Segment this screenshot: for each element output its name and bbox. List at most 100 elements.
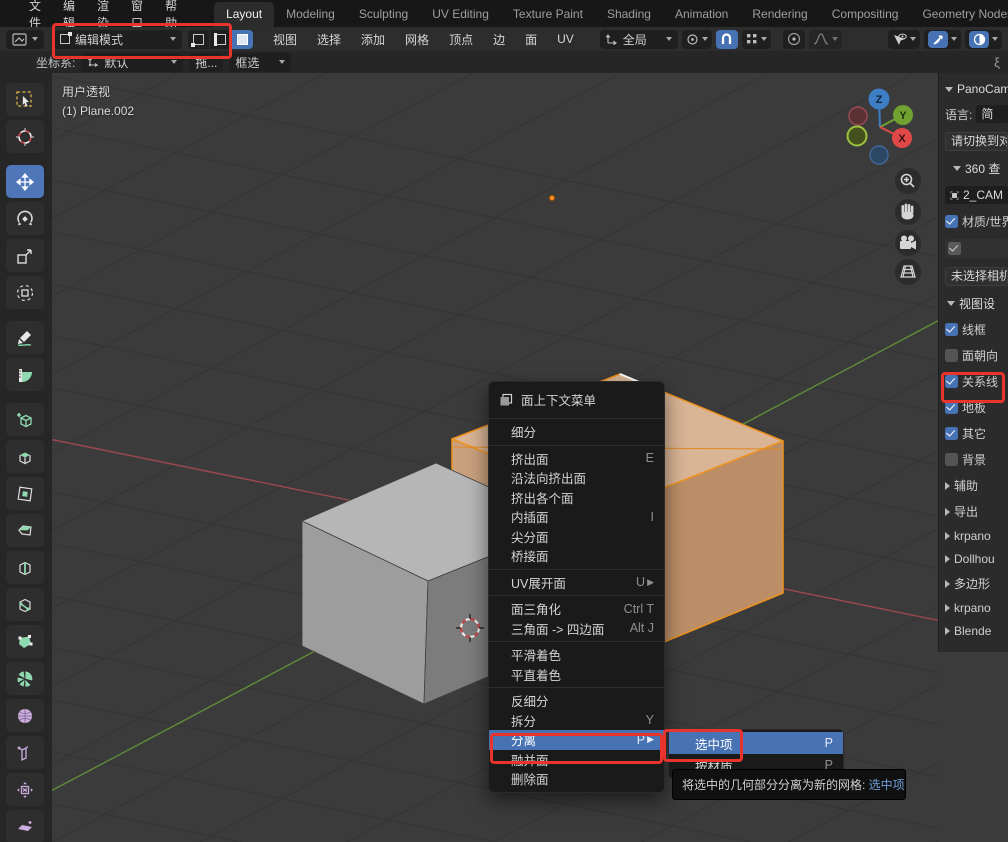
gizmo-minus-z[interactable] <box>870 146 888 164</box>
tool-loop-cut[interactable] <box>6 551 44 584</box>
gizmo-toggle[interactable] <box>928 31 948 48</box>
menu-item-poke-faces[interactable]: 尖分面 <box>489 527 664 547</box>
snap-toggle[interactable] <box>716 30 738 49</box>
tool-spin[interactable] <box>6 662 44 695</box>
editor-type-button[interactable] <box>6 30 44 49</box>
option-other[interactable]: 其它 <box>945 425 1008 442</box>
tool-select-box[interactable] <box>6 83 44 116</box>
switch-notice-button[interactable]: 请切换到对 <box>945 132 1008 151</box>
menu-vertex[interactable]: 顶点 <box>441 31 481 48</box>
gizmos-dropdown[interactable] <box>924 30 961 49</box>
section-export[interactable]: 导出 <box>945 503 1008 520</box>
tool-cursor[interactable] <box>6 120 44 153</box>
camera-object-field[interactable]: 2_CAM <box>945 186 1008 204</box>
snap-with-dropdown[interactable] <box>742 30 771 49</box>
submenu-item-selection[interactable]: 选中项P <box>669 732 843 754</box>
menu-select[interactable]: 选择 <box>309 31 349 48</box>
menu-item-shade-flat[interactable]: 平直着色 <box>489 665 664 685</box>
tool-extrude-region[interactable] <box>6 440 44 473</box>
menu-item-unsubdivide[interactable]: 反细分 <box>489 691 664 711</box>
menu-item-subdivide[interactable]: 细分 <box>489 422 664 442</box>
menu-item-inset-faces[interactable]: 内插面I <box>489 507 664 527</box>
face-select-button[interactable] <box>232 30 253 49</box>
tool-shrink-fatten[interactable] <box>6 773 44 806</box>
menu-view[interactable]: 视图 <box>265 31 305 48</box>
option-floor[interactable]: 地板 <box>945 399 1008 416</box>
option-background[interactable]: 背景 <box>945 451 1008 468</box>
tab-texture-paint[interactable]: Texture Paint <box>501 2 595 27</box>
tool-shear[interactable] <box>6 810 44 842</box>
overlays-dropdown[interactable] <box>965 30 1002 49</box>
select-tool-dropdown[interactable]: 框选 <box>229 53 291 72</box>
tab-layout[interactable]: Layout <box>214 2 274 27</box>
face-orientation-checkbox[interactable] <box>945 349 958 362</box>
navigation-gizmo[interactable]: Z Y X <box>848 89 914 165</box>
tab-animation[interactable]: Animation <box>663 2 740 27</box>
tool-smooth[interactable] <box>6 699 44 732</box>
menu-item-bridge-faces[interactable]: 桥接面 <box>489 546 664 566</box>
orthographic-toggle-button[interactable] <box>895 259 921 285</box>
tool-bevel[interactable] <box>6 514 44 547</box>
tab-compositing[interactable]: Compositing <box>820 2 911 27</box>
floor-checkbox[interactable] <box>945 401 958 414</box>
tab-geometry-nodes[interactable]: Geometry Nodes <box>910 2 1008 27</box>
tool-add-cube[interactable] <box>6 403 44 436</box>
secondary-checkbox-row[interactable] <box>945 239 1008 258</box>
option-face-orientation[interactable]: 面朝向 <box>945 347 1008 364</box>
language-dropdown[interactable]: 简 <box>976 105 1008 123</box>
option-wireframe[interactable]: 线框 <box>945 321 1008 338</box>
section-krpano-2[interactable]: krpano <box>945 601 1008 615</box>
tool-edge-slide[interactable] <box>6 736 44 769</box>
coord-system-dropdown[interactable]: 默认 <box>81 53 183 72</box>
section-blender[interactable]: Blende <box>945 624 1008 638</box>
zoom-button[interactable] <box>895 168 921 194</box>
section-krpano-1[interactable]: krpano <box>945 529 1008 543</box>
material-world-checkbox[interactable] <box>945 215 958 228</box>
no-camera-button[interactable]: 未选择相机 <box>945 267 1008 286</box>
menu-item-delete-faces[interactable]: 删除面 <box>489 769 664 789</box>
other-checkbox[interactable] <box>945 427 958 440</box>
section-360-header[interactable]: 360 查 <box>953 160 1008 177</box>
visibility-dropdown[interactable] <box>888 30 920 49</box>
menu-item-extrude-faces[interactable]: 挤出面E <box>489 449 664 469</box>
panel-header-panocam[interactable]: PanoCama <box>945 82 1008 96</box>
tab-modeling[interactable]: Modeling <box>274 2 347 27</box>
gizmo-minus-y[interactable] <box>848 127 867 146</box>
tab-sculpting[interactable]: Sculpting <box>347 2 420 27</box>
tool-measure[interactable] <box>6 358 44 391</box>
edge-select-button[interactable] <box>210 30 231 49</box>
menu-item-dissolve-faces[interactable]: 融并面 <box>489 750 664 770</box>
drag-button[interactable]: 拖... <box>189 53 223 72</box>
mode-dropdown[interactable]: 编辑模式 <box>54 30 182 49</box>
tab-shading[interactable]: Shading <box>595 2 663 27</box>
secondary-checkbox[interactable] <box>948 242 961 255</box>
tool-scale[interactable] <box>6 239 44 272</box>
tool-rotate[interactable] <box>6 202 44 235</box>
camera-view-button[interactable] <box>895 230 921 256</box>
tab-rendering[interactable]: Rendering <box>740 2 819 27</box>
section-polygon[interactable]: 多边形 <box>945 575 1008 592</box>
section-auxiliary[interactable]: 辅助 <box>945 477 1008 494</box>
tool-knife[interactable] <box>6 588 44 621</box>
menu-edge[interactable]: 边 <box>485 31 513 48</box>
menu-item-extrude-individual[interactable]: 挤出各个面 <box>489 488 664 508</box>
tool-inset-faces[interactable] <box>6 477 44 510</box>
menu-item-extrude-along-normals[interactable]: 沿法向挤出面 <box>489 468 664 488</box>
relationship-lines-checkbox[interactable] <box>945 375 958 388</box>
wireframe-checkbox[interactable] <box>945 323 958 336</box>
menu-item-tris-to-quads[interactable]: 三角面 -> 四边面Alt J <box>489 619 664 639</box>
menu-item-uv-unwrap[interactable]: UV展开面U▶ <box>489 573 664 593</box>
menu-item-shade-smooth[interactable]: 平滑着色 <box>489 645 664 665</box>
pan-button[interactable] <box>895 199 921 225</box>
tool-move[interactable] <box>6 165 44 198</box>
option-relationship-lines[interactable]: 关系线 <box>945 373 1008 390</box>
material-world-row[interactable]: 材质/世界 <box>945 213 1008 230</box>
section-view-settings-header[interactable]: 视图设 <box>947 295 1008 312</box>
menu-uv[interactable]: UV <box>549 32 582 46</box>
menu-item-triangulate[interactable]: 面三角化Ctrl T <box>489 599 664 619</box>
section-dollhouse[interactable]: Dollhou <box>945 552 1008 566</box>
background-checkbox[interactable] <box>945 453 958 466</box>
viewport-3d[interactable]: Z Y X <box>52 73 938 842</box>
orientation-dropdown[interactable]: 全局 <box>600 30 678 49</box>
overlays-toggle[interactable] <box>969 31 989 48</box>
